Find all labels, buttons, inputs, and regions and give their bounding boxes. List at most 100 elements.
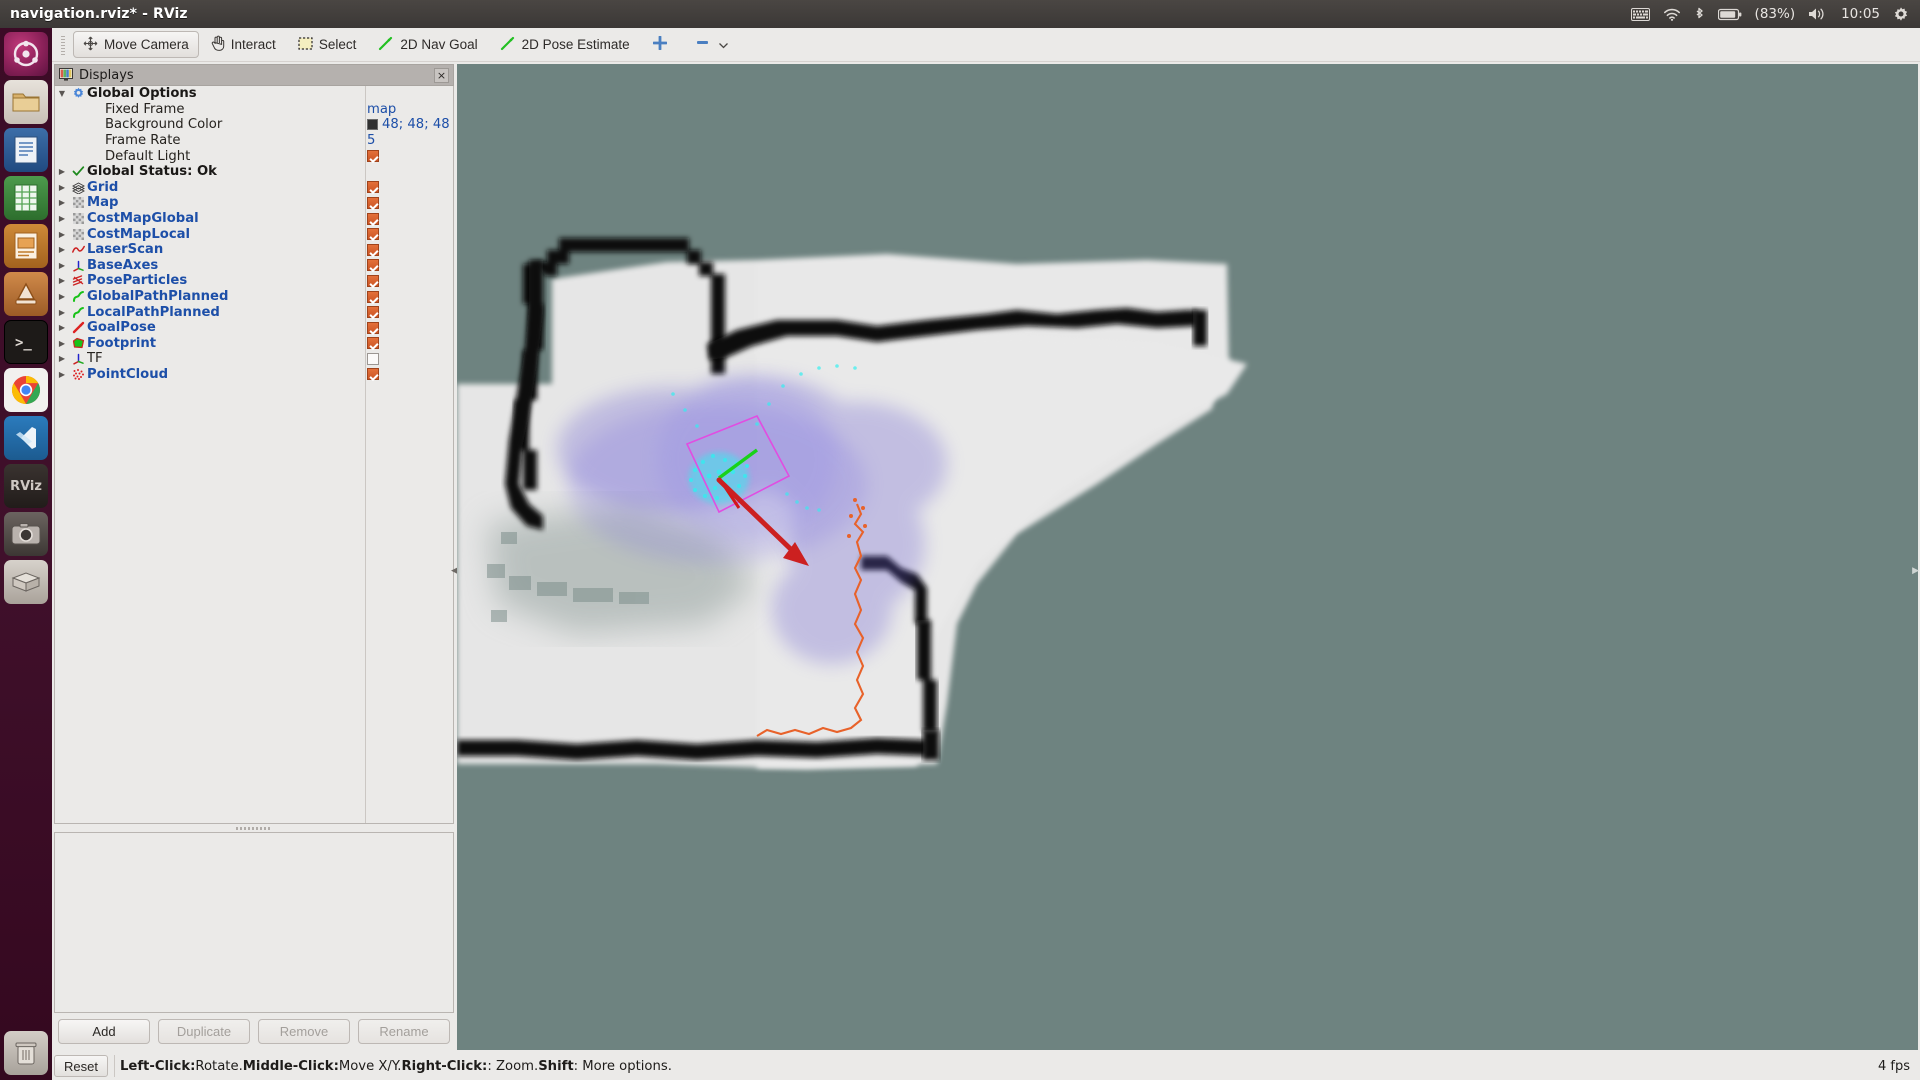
tree-row-laser-scan[interactable]: ▶ LaserScan bbox=[55, 242, 453, 258]
launcher-item-rviz[interactable]: RViz bbox=[4, 464, 48, 508]
chevron-right-icon[interactable]: ▶ bbox=[55, 245, 69, 254]
tree-row-grid[interactable]: ▶ Grid bbox=[55, 180, 453, 196]
tree-row-global-status[interactable]: ▶ Global Status: Ok bbox=[55, 164, 453, 180]
tree-row-costmap-global[interactable]: ▶ CostMapGlobal bbox=[55, 211, 453, 227]
launcher-item-files[interactable] bbox=[4, 80, 48, 124]
chevron-right-icon[interactable]: ▶ bbox=[55, 292, 69, 301]
visibility-checkbox[interactable] bbox=[367, 150, 379, 163]
chevron-right-icon[interactable]: ▶ bbox=[55, 370, 69, 379]
system-menu-icon[interactable] bbox=[1893, 6, 1909, 22]
chevron-right-icon[interactable]: ▶ bbox=[55, 323, 69, 332]
visibility-checkbox[interactable] bbox=[367, 352, 379, 365]
selection-panel[interactable] bbox=[54, 832, 454, 1013]
tool-2d-pose-estimate[interactable]: 2D Pose Estimate bbox=[490, 31, 640, 58]
chevron-right-icon[interactable]: ▶ bbox=[55, 214, 69, 223]
tree-row-value[interactable] bbox=[363, 274, 453, 287]
chevron-right-icon[interactable]: ▶ bbox=[1912, 566, 1919, 576]
tree-row-footprint[interactable]: ▶ Footprint bbox=[55, 336, 453, 352]
dock-splitter[interactable] bbox=[54, 824, 454, 832]
remove-button[interactable]: Remove bbox=[258, 1019, 350, 1044]
tree-row-frame-rate[interactable]: Frame Rate 5 bbox=[55, 133, 453, 149]
launcher-item-archive-manager[interactable] bbox=[4, 560, 48, 604]
tree-row-base-axes[interactable]: ▶ BaseAxes bbox=[55, 258, 453, 274]
visibility-checkbox[interactable] bbox=[367, 321, 379, 334]
launcher-item-terminal[interactable]: >_ bbox=[4, 320, 48, 364]
tree-row-value[interactable]: 5 bbox=[363, 133, 453, 148]
chevron-right-icon[interactable]: ▶ bbox=[55, 276, 69, 285]
tree-row-value[interactable] bbox=[363, 243, 453, 256]
launcher-item-screenshot[interactable] bbox=[4, 512, 48, 556]
chevron-right-icon[interactable]: ▶ bbox=[55, 198, 69, 207]
visibility-checkbox[interactable] bbox=[367, 243, 379, 256]
tree-row-value[interactable] bbox=[363, 321, 453, 334]
tree-row-local-path-planned[interactable]: ▶ LocalPathPlanned bbox=[55, 304, 453, 320]
visibility-checkbox[interactable] bbox=[367, 212, 379, 225]
tree-row-value[interactable] bbox=[363, 150, 453, 163]
render-view-3d[interactable] bbox=[457, 64, 1918, 1050]
tree-row-global-options[interactable]: ▼ Global Options bbox=[55, 86, 453, 102]
wifi-icon[interactable] bbox=[1663, 8, 1681, 21]
tool-move-camera[interactable]: Move Camera bbox=[73, 31, 199, 58]
tree-row-value[interactable]: map bbox=[363, 102, 453, 117]
tree-row-value[interactable] bbox=[363, 212, 453, 225]
tool-measure[interactable] bbox=[642, 31, 684, 58]
tree-row-tf[interactable]: ▶ TF bbox=[55, 351, 453, 367]
visibility-checkbox[interactable] bbox=[367, 259, 379, 272]
clock-label[interactable]: 10:05 bbox=[1841, 6, 1880, 22]
chevron-right-icon[interactable]: ▶ bbox=[55, 308, 69, 317]
visibility-checkbox[interactable] bbox=[367, 290, 379, 303]
tree-row-pose-particles[interactable]: ▶ PoseParticles bbox=[55, 273, 453, 289]
tree-row-goal-pose[interactable]: ▶ GoalPose bbox=[55, 320, 453, 336]
tree-row-value[interactable] bbox=[363, 368, 453, 381]
visibility-checkbox[interactable] bbox=[367, 368, 379, 381]
tree-row-value[interactable] bbox=[363, 352, 453, 365]
chevron-right-icon[interactable]: ▶ bbox=[55, 230, 69, 239]
tree-row-global-path-planned[interactable]: ▶ GlobalPathPlanned bbox=[55, 289, 453, 305]
visibility-checkbox[interactable] bbox=[367, 181, 379, 194]
tree-row-value[interactable] bbox=[363, 181, 453, 194]
tree-row-point-cloud[interactable]: ▶ PointCloud bbox=[55, 367, 453, 383]
chevron-right-icon[interactable]: ▶ bbox=[55, 183, 69, 192]
launcher-item-libreoffice-writer[interactable] bbox=[4, 128, 48, 172]
chevron-right-icon[interactable]: ▶ bbox=[55, 339, 69, 348]
tree-row-value[interactable] bbox=[363, 306, 453, 319]
tree-row-value[interactable] bbox=[363, 290, 453, 303]
rename-button[interactable]: Rename bbox=[358, 1019, 450, 1044]
tool-focus-camera[interactable] bbox=[686, 31, 738, 58]
tree-row-costmap-local[interactable]: ▶ CostMapLocal bbox=[55, 226, 453, 242]
tree-row-value[interactable] bbox=[363, 196, 453, 209]
visibility-checkbox[interactable] bbox=[367, 196, 379, 209]
add-button[interactable]: Add bbox=[58, 1019, 150, 1044]
tree-row-fixed-frame[interactable]: Fixed Frame map bbox=[55, 102, 453, 118]
tree-row-default-light[interactable]: Default Light bbox=[55, 148, 453, 164]
visibility-checkbox[interactable] bbox=[367, 337, 379, 350]
launcher-item-libreoffice-calc[interactable] bbox=[4, 176, 48, 220]
tool-interact[interactable]: Interact bbox=[201, 31, 286, 58]
launcher-item-vscode[interactable] bbox=[4, 416, 48, 460]
toolbar-drag-handle[interactable] bbox=[58, 33, 68, 56]
bluetooth-icon[interactable] bbox=[1694, 7, 1705, 22]
visibility-checkbox[interactable] bbox=[367, 306, 379, 319]
chevron-right-icon[interactable]: ▶ bbox=[55, 261, 69, 270]
tree-row-map[interactable]: ▶ Map bbox=[55, 195, 453, 211]
close-icon[interactable]: × bbox=[434, 67, 449, 83]
chevron-down-icon[interactable]: ▼ bbox=[55, 89, 69, 98]
volume-icon[interactable] bbox=[1808, 7, 1828, 21]
chevron-right-icon[interactable]: ▶ bbox=[55, 354, 69, 363]
tree-row-value[interactable] bbox=[363, 228, 453, 241]
tree-row-value[interactable]: 48; 48; 48 bbox=[363, 117, 453, 132]
duplicate-button[interactable]: Duplicate bbox=[158, 1019, 250, 1044]
tree-row-value[interactable] bbox=[363, 337, 453, 350]
visibility-checkbox[interactable] bbox=[367, 228, 379, 241]
tool-2d-nav-goal[interactable]: 2D Nav Goal bbox=[368, 31, 487, 58]
launcher-item-ubuntu-dash[interactable] bbox=[4, 32, 48, 76]
battery-icon[interactable] bbox=[1717, 8, 1742, 21]
launcher-item-software-updater[interactable] bbox=[4, 272, 48, 316]
launcher-item-chrome[interactable] bbox=[4, 368, 48, 412]
tree-row-background-color[interactable]: Background Color 48; 48; 48 bbox=[55, 117, 453, 133]
visibility-checkbox[interactable] bbox=[367, 274, 379, 287]
keyboard-layout-icon[interactable] bbox=[1630, 7, 1650, 21]
tool-select[interactable]: Select bbox=[288, 31, 367, 58]
launcher-item-trash[interactable] bbox=[4, 1031, 48, 1075]
displays-tree[interactable]: ▼ Global Options Fixed Frame map Background … bbox=[54, 86, 454, 824]
